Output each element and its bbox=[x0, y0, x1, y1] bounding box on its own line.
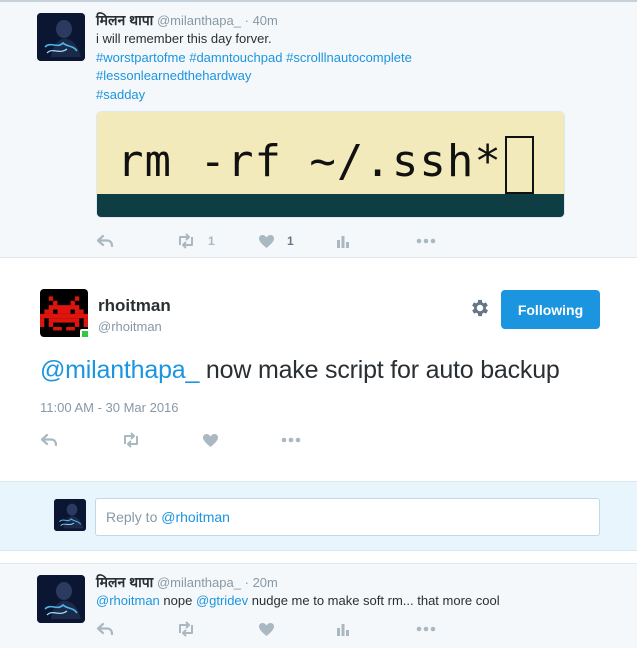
tweet-header: मिलन थापा @milanthapa_ · 40m bbox=[96, 11, 278, 30]
author-fullname[interactable]: rhoitman bbox=[98, 296, 171, 316]
gear-icon bbox=[472, 299, 488, 317]
more-icon bbox=[416, 626, 436, 632]
section-gap bbox=[0, 551, 637, 563]
user-actions-gear[interactable] bbox=[469, 297, 491, 319]
retweet-action[interactable]: 1 bbox=[176, 231, 215, 251]
hashtag-link[interactable]: #worstpartofme bbox=[96, 50, 186, 65]
author-screen-name[interactable]: @milanthapa_ bbox=[157, 575, 241, 590]
author-screen-name[interactable]: @rhoitman bbox=[98, 319, 162, 334]
terminal-cursor bbox=[505, 136, 534, 194]
ancestor-tweet[interactable]: मिलन थापा @milanthapa_ · 40m i will reme… bbox=[0, 0, 637, 258]
analytics-icon bbox=[337, 624, 349, 636]
header-separator: · bbox=[244, 13, 249, 28]
analytics-icon bbox=[337, 236, 349, 248]
tweet-text: i will remember this day forver. #worstp… bbox=[96, 30, 412, 104]
analytics-action[interactable] bbox=[336, 231, 350, 251]
reply-icon bbox=[96, 234, 114, 248]
tweet-body: nudge me to make soft rm... that more co… bbox=[248, 593, 500, 608]
avatar-image-icon bbox=[37, 575, 85, 623]
heart-icon bbox=[259, 234, 274, 248]
reply-action[interactable] bbox=[96, 619, 114, 639]
tweet-body: i will remember this day forver. bbox=[96, 31, 272, 46]
tweet-actions: 1 1 bbox=[96, 231, 456, 251]
mention-link[interactable]: @milanthapa_ bbox=[40, 356, 199, 384]
retweet-action[interactable] bbox=[121, 430, 141, 450]
retweet-icon bbox=[179, 233, 193, 249]
retweet-icon bbox=[124, 432, 138, 448]
more-action[interactable] bbox=[281, 430, 301, 450]
header-separator: · bbox=[244, 575, 249, 590]
media-image[interactable]: rm -rf ~/.ssh* bbox=[96, 111, 565, 218]
tweet-text: @rhoitman nope @gtridev nudge me to make… bbox=[96, 592, 500, 611]
more-action[interactable] bbox=[416, 619, 436, 639]
heart-icon bbox=[259, 622, 274, 636]
terminal-bottom-bar bbox=[97, 194, 564, 217]
mention-link[interactable]: @rhoitman bbox=[96, 593, 160, 608]
reply-icon bbox=[96, 622, 114, 636]
tweet-actions bbox=[96, 619, 456, 639]
online-status-badge bbox=[80, 329, 90, 339]
hashtag-line: #worstpartofme #damntouchpad #scrolllnau… bbox=[96, 49, 412, 68]
tweet-body: nope bbox=[159, 593, 196, 608]
retweet-icon bbox=[179, 621, 193, 637]
top-divider bbox=[0, 0, 637, 2]
like-action[interactable] bbox=[202, 430, 219, 450]
reply-compose-box: Reply to @rhoitman bbox=[0, 481, 637, 551]
tweet-text: @milanthapa_ now make script for auto ba… bbox=[40, 356, 560, 385]
more-icon bbox=[416, 238, 436, 244]
reply-placeholder-prefix: Reply to bbox=[106, 509, 158, 525]
analytics-action[interactable] bbox=[336, 619, 350, 639]
reply-input[interactable]: Reply to @rhoitman bbox=[95, 498, 600, 536]
avatar-image-icon bbox=[37, 13, 85, 61]
hashtag-link[interactable]: #scrolllnautocomplete bbox=[286, 50, 412, 65]
terminal-command: rm -rf ~/.ssh* bbox=[117, 136, 502, 187]
reply-placeholder-mention: @rhoitman bbox=[161, 509, 230, 525]
tweet-header: मिलन थापा @milanthapa_ · 20m bbox=[96, 573, 278, 592]
like-action[interactable] bbox=[258, 619, 275, 639]
reply-tweet[interactable]: मिलन थापा @milanthapa_ · 20m @rhoitman n… bbox=[0, 563, 637, 648]
more-icon bbox=[281, 437, 301, 443]
author-screen-name[interactable]: @milanthapa_ bbox=[157, 13, 241, 28]
mention-link[interactable]: @gtridev bbox=[196, 593, 248, 608]
permalink-tweet: rhoitman @rhoitman Following @milanthapa… bbox=[0, 259, 637, 481]
retweet-count: 1 bbox=[208, 234, 215, 248]
reply-icon bbox=[40, 433, 58, 447]
tweet-time[interactable]: 20m bbox=[253, 575, 278, 590]
more-action[interactable] bbox=[416, 231, 436, 251]
tweet-time[interactable]: 40m bbox=[253, 13, 278, 28]
author-fullname[interactable]: मिलन थापा bbox=[96, 12, 153, 28]
retweet-action[interactable] bbox=[176, 619, 196, 639]
current-user-avatar[interactable] bbox=[54, 499, 86, 531]
like-action[interactable]: 1 bbox=[258, 231, 294, 251]
tweet-actions bbox=[40, 430, 320, 450]
hashtag-link[interactable]: #sadday bbox=[96, 86, 412, 105]
following-button[interactable]: Following bbox=[501, 290, 600, 329]
hashtag-link[interactable]: #lessonlearnedthehardway bbox=[96, 67, 412, 86]
avatar[interactable] bbox=[37, 13, 85, 61]
reply-action[interactable] bbox=[40, 430, 58, 450]
hashtag-link[interactable]: #damntouchpad bbox=[189, 50, 282, 65]
tweet-body: now make script for auto backup bbox=[199, 356, 560, 384]
tweet-timestamp[interactable]: 11:00 AM - 30 Mar 2016 bbox=[40, 400, 179, 415]
heart-icon bbox=[203, 433, 218, 447]
author-fullname[interactable]: मिलन थापा bbox=[96, 574, 153, 590]
avatar-image-icon bbox=[54, 499, 86, 531]
like-count: 1 bbox=[287, 234, 294, 248]
avatar[interactable] bbox=[37, 575, 85, 623]
reply-action[interactable] bbox=[96, 231, 114, 251]
